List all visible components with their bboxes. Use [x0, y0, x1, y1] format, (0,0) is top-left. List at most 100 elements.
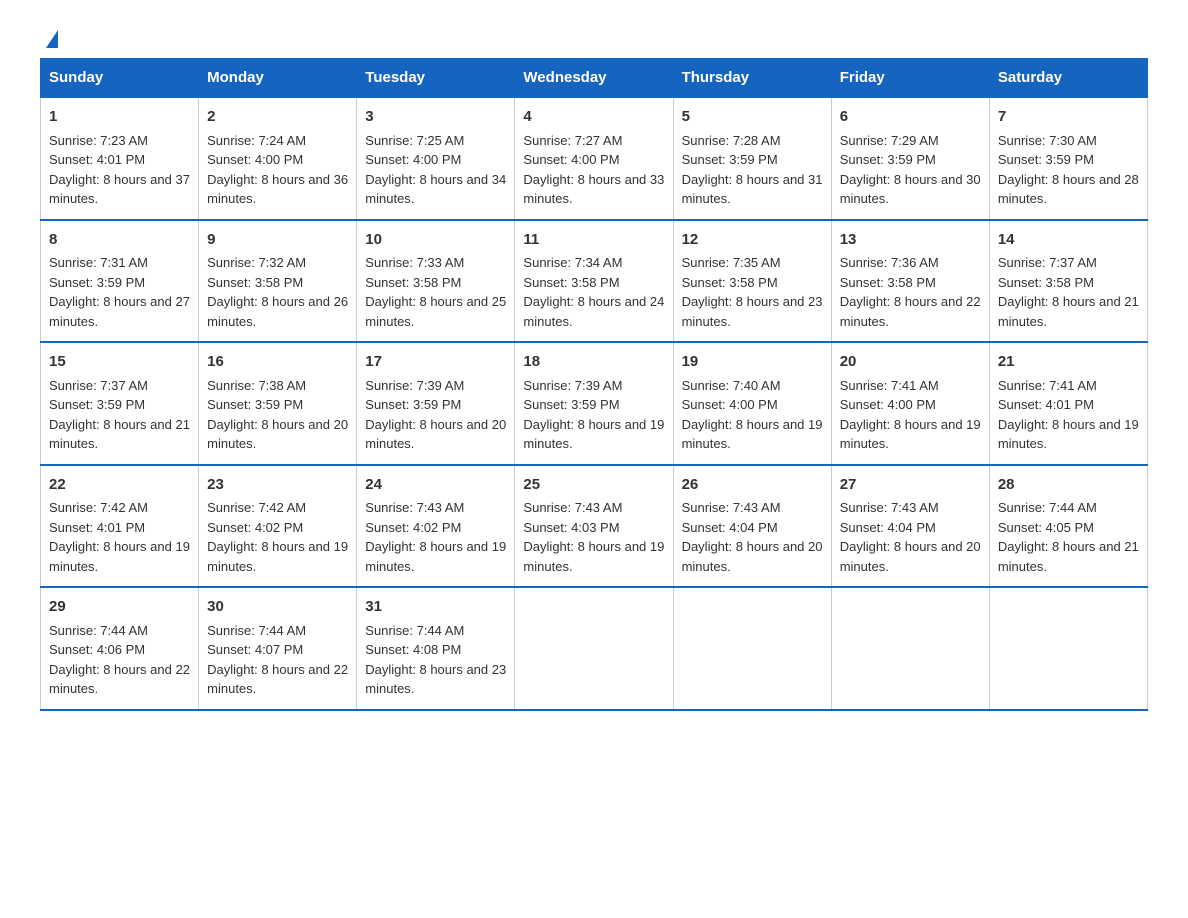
- day-number: 15: [49, 351, 190, 374]
- sunset-text: Sunset: 4:04 PM: [840, 520, 936, 535]
- sunrise-text: Sunrise: 7:30 AM: [998, 133, 1097, 148]
- day-number: 26: [682, 474, 823, 497]
- daylight-text: Daylight: 8 hours and 30 minutes.: [840, 172, 981, 207]
- sunset-text: Sunset: 4:08 PM: [365, 642, 461, 657]
- header-wednesday: Wednesday: [515, 59, 673, 98]
- calendar-day-cell: 20 Sunrise: 7:41 AM Sunset: 4:00 PM Dayl…: [831, 342, 989, 465]
- page-header: [40, 30, 1148, 48]
- day-number: 22: [49, 474, 190, 497]
- daylight-text: Daylight: 8 hours and 23 minutes.: [682, 294, 823, 329]
- calendar-week-row: 22 Sunrise: 7:42 AM Sunset: 4:01 PM Dayl…: [41, 465, 1148, 588]
- calendar-table: Sunday Monday Tuesday Wednesday Thursday…: [40, 58, 1148, 711]
- sunrise-text: Sunrise: 7:28 AM: [682, 133, 781, 148]
- sunrise-text: Sunrise: 7:39 AM: [523, 378, 622, 393]
- days-header-row: Sunday Monday Tuesday Wednesday Thursday…: [41, 59, 1148, 98]
- calendar-day-cell: 3 Sunrise: 7:25 AM Sunset: 4:00 PM Dayli…: [357, 97, 515, 220]
- daylight-text: Daylight: 8 hours and 34 minutes.: [365, 172, 506, 207]
- calendar-day-cell: 15 Sunrise: 7:37 AM Sunset: 3:59 PM Dayl…: [41, 342, 199, 465]
- sunset-text: Sunset: 4:06 PM: [49, 642, 145, 657]
- sunset-text: Sunset: 4:00 PM: [840, 397, 936, 412]
- sunrise-text: Sunrise: 7:35 AM: [682, 255, 781, 270]
- calendar-day-cell: 23 Sunrise: 7:42 AM Sunset: 4:02 PM Dayl…: [199, 465, 357, 588]
- daylight-text: Daylight: 8 hours and 37 minutes.: [49, 172, 190, 207]
- calendar-week-row: 29 Sunrise: 7:44 AM Sunset: 4:06 PM Dayl…: [41, 587, 1148, 710]
- sunrise-text: Sunrise: 7:33 AM: [365, 255, 464, 270]
- sunset-text: Sunset: 4:01 PM: [49, 520, 145, 535]
- daylight-text: Daylight: 8 hours and 33 minutes.: [523, 172, 664, 207]
- day-number: 20: [840, 351, 981, 374]
- calendar-day-cell: 14 Sunrise: 7:37 AM Sunset: 3:58 PM Dayl…: [989, 220, 1147, 343]
- sunrise-text: Sunrise: 7:38 AM: [207, 378, 306, 393]
- calendar-day-cell: [831, 587, 989, 710]
- daylight-text: Daylight: 8 hours and 19 minutes.: [682, 417, 823, 452]
- sunrise-text: Sunrise: 7:37 AM: [998, 255, 1097, 270]
- daylight-text: Daylight: 8 hours and 20 minutes.: [840, 539, 981, 574]
- daylight-text: Daylight: 8 hours and 25 minutes.: [365, 294, 506, 329]
- calendar-day-cell: 28 Sunrise: 7:44 AM Sunset: 4:05 PM Dayl…: [989, 465, 1147, 588]
- calendar-day-cell: 21 Sunrise: 7:41 AM Sunset: 4:01 PM Dayl…: [989, 342, 1147, 465]
- day-number: 5: [682, 106, 823, 129]
- calendar-day-cell: 13 Sunrise: 7:36 AM Sunset: 3:58 PM Dayl…: [831, 220, 989, 343]
- sunset-text: Sunset: 4:01 PM: [49, 152, 145, 167]
- daylight-text: Daylight: 8 hours and 27 minutes.: [49, 294, 190, 329]
- sunrise-text: Sunrise: 7:37 AM: [49, 378, 148, 393]
- sunrise-text: Sunrise: 7:43 AM: [523, 500, 622, 515]
- day-number: 3: [365, 106, 506, 129]
- calendar-day-cell: 4 Sunrise: 7:27 AM Sunset: 4:00 PM Dayli…: [515, 97, 673, 220]
- daylight-text: Daylight: 8 hours and 22 minutes.: [207, 662, 348, 697]
- calendar-day-cell: 5 Sunrise: 7:28 AM Sunset: 3:59 PM Dayli…: [673, 97, 831, 220]
- header-tuesday: Tuesday: [357, 59, 515, 98]
- sunset-text: Sunset: 4:02 PM: [365, 520, 461, 535]
- sunrise-text: Sunrise: 7:34 AM: [523, 255, 622, 270]
- sunset-text: Sunset: 4:07 PM: [207, 642, 303, 657]
- sunset-text: Sunset: 4:00 PM: [682, 397, 778, 412]
- day-number: 2: [207, 106, 348, 129]
- sunset-text: Sunset: 3:58 PM: [840, 275, 936, 290]
- day-number: 25: [523, 474, 664, 497]
- calendar-day-cell: 22 Sunrise: 7:42 AM Sunset: 4:01 PM Dayl…: [41, 465, 199, 588]
- sunrise-text: Sunrise: 7:43 AM: [840, 500, 939, 515]
- day-number: 4: [523, 106, 664, 129]
- calendar-day-cell: 19 Sunrise: 7:40 AM Sunset: 4:00 PM Dayl…: [673, 342, 831, 465]
- calendar-day-cell: 12 Sunrise: 7:35 AM Sunset: 3:58 PM Dayl…: [673, 220, 831, 343]
- sunrise-text: Sunrise: 7:39 AM: [365, 378, 464, 393]
- day-number: 19: [682, 351, 823, 374]
- daylight-text: Daylight: 8 hours and 31 minutes.: [682, 172, 823, 207]
- sunset-text: Sunset: 3:58 PM: [523, 275, 619, 290]
- sunrise-text: Sunrise: 7:32 AM: [207, 255, 306, 270]
- calendar-day-cell: [673, 587, 831, 710]
- calendar-day-cell: 6 Sunrise: 7:29 AM Sunset: 3:59 PM Dayli…: [831, 97, 989, 220]
- daylight-text: Daylight: 8 hours and 20 minutes.: [365, 417, 506, 452]
- sunrise-text: Sunrise: 7:27 AM: [523, 133, 622, 148]
- calendar-day-cell: 8 Sunrise: 7:31 AM Sunset: 3:59 PM Dayli…: [41, 220, 199, 343]
- day-number: 10: [365, 229, 506, 252]
- day-number: 7: [998, 106, 1139, 129]
- sunset-text: Sunset: 4:03 PM: [523, 520, 619, 535]
- header-saturday: Saturday: [989, 59, 1147, 98]
- calendar-day-cell: 25 Sunrise: 7:43 AM Sunset: 4:03 PM Dayl…: [515, 465, 673, 588]
- sunset-text: Sunset: 4:00 PM: [207, 152, 303, 167]
- daylight-text: Daylight: 8 hours and 21 minutes.: [998, 294, 1139, 329]
- daylight-text: Daylight: 8 hours and 23 minutes.: [365, 662, 506, 697]
- daylight-text: Daylight: 8 hours and 19 minutes.: [998, 417, 1139, 452]
- daylight-text: Daylight: 8 hours and 19 minutes.: [840, 417, 981, 452]
- calendar-day-cell: 17 Sunrise: 7:39 AM Sunset: 3:59 PM Dayl…: [357, 342, 515, 465]
- sunrise-text: Sunrise: 7:44 AM: [998, 500, 1097, 515]
- calendar-day-cell: [515, 587, 673, 710]
- daylight-text: Daylight: 8 hours and 19 minutes.: [49, 539, 190, 574]
- sunset-text: Sunset: 4:04 PM: [682, 520, 778, 535]
- calendar-day-cell: 11 Sunrise: 7:34 AM Sunset: 3:58 PM Dayl…: [515, 220, 673, 343]
- calendar-day-cell: 7 Sunrise: 7:30 AM Sunset: 3:59 PM Dayli…: [989, 97, 1147, 220]
- sunset-text: Sunset: 4:05 PM: [998, 520, 1094, 535]
- calendar-day-cell: 1 Sunrise: 7:23 AM Sunset: 4:01 PM Dayli…: [41, 97, 199, 220]
- daylight-text: Daylight: 8 hours and 24 minutes.: [523, 294, 664, 329]
- sunrise-text: Sunrise: 7:25 AM: [365, 133, 464, 148]
- day-number: 31: [365, 596, 506, 619]
- calendar-day-cell: 30 Sunrise: 7:44 AM Sunset: 4:07 PM Dayl…: [199, 587, 357, 710]
- day-number: 30: [207, 596, 348, 619]
- sunset-text: Sunset: 3:58 PM: [998, 275, 1094, 290]
- day-number: 28: [998, 474, 1139, 497]
- header-friday: Friday: [831, 59, 989, 98]
- calendar-day-cell: [989, 587, 1147, 710]
- sunset-text: Sunset: 3:59 PM: [49, 397, 145, 412]
